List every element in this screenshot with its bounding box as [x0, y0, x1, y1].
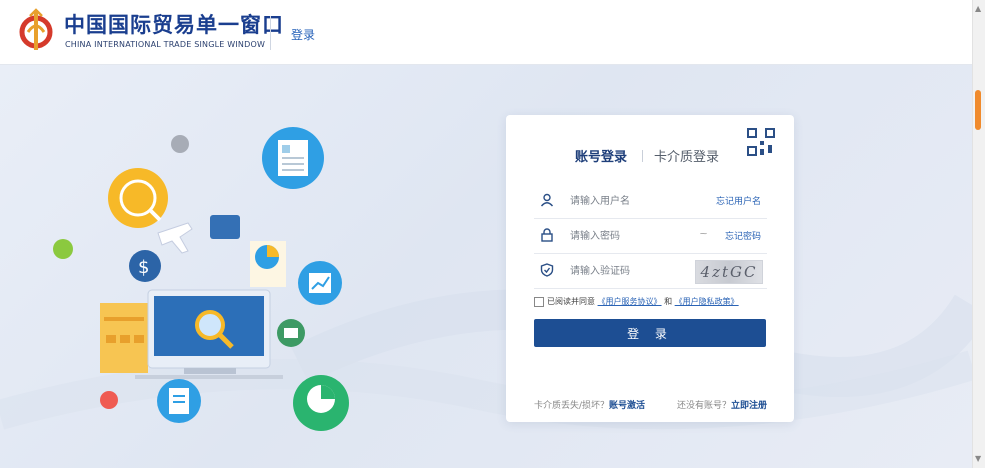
lost-card-text: 卡介质丢失/损坏？账号激活: [534, 398, 645, 411]
username-field: 忘记用户名: [534, 184, 767, 219]
captcha-image[interactable]: 4ztGC: [695, 260, 763, 284]
scrollbar-track[interactable]: [972, 0, 985, 468]
privacy-policy-link[interactable]: 《用户隐私政策》: [675, 297, 739, 306]
shield-icon: [540, 263, 554, 277]
account-activate-link[interactable]: 账号激活: [609, 401, 645, 411]
register-link[interactable]: 立即注册: [731, 401, 767, 411]
password-field: ⁓ 忘记密码: [534, 219, 767, 254]
agreement-checkbox[interactable]: [534, 296, 544, 307]
header-login-link[interactable]: 登录: [291, 26, 315, 43]
forgot-username-link[interactable]: 忘记用户名: [716, 194, 761, 207]
agreement-prefix: 已阅读并同意: [547, 297, 595, 306]
login-button[interactable]: 登 录: [534, 319, 766, 347]
captcha-input[interactable]: [570, 262, 690, 280]
lost-card-prefix: 卡介质丢失/损坏？: [534, 401, 610, 411]
lock-icon: [541, 228, 553, 242]
login-tabs: 账号登录 卡介质登录: [506, 146, 794, 166]
tab-account-login[interactable]: 账号登录: [575, 146, 627, 165]
top-header: 中国国际贸易单一窗口 CHINA INTERNATIONAL TRADE SIN…: [0, 0, 972, 65]
password-input[interactable]: [570, 227, 690, 245]
agreement-and: 和: [664, 297, 673, 306]
no-account-prefix: 还没有账号？: [676, 401, 731, 411]
service-agreement-link[interactable]: 《用户服务协议》: [598, 297, 662, 306]
forgot-password-link[interactable]: 忘记密码: [725, 229, 761, 242]
logo-icon: [19, 8, 53, 50]
username-input[interactable]: [570, 192, 690, 210]
password-toggle-icon[interactable]: ⁓: [700, 230, 707, 238]
tab-card-login[interactable]: 卡介质登录: [654, 146, 719, 165]
captcha-field: 4ztGC: [534, 254, 767, 289]
svg-text:$: $: [138, 257, 149, 278]
hero-background: $: [0, 65, 972, 468]
trade-illustration: $: [53, 127, 349, 431]
brand-subtitle: CHINA INTERNATIONAL TRADE SINGLE WINDOW: [65, 40, 266, 49]
card-footer: 卡介质丢失/损坏？账号激活 还没有账号？立即注册: [534, 398, 767, 412]
user-icon: [540, 193, 554, 207]
scrollbar-thumb[interactable]: [975, 90, 981, 130]
tab-separator: [642, 150, 643, 162]
agreement-row: 已阅读并同意 《用户服务协议》 和 《用户隐私政策》: [534, 296, 774, 310]
scroll-up-icon[interactable]: ▲: [975, 4, 981, 13]
login-card: 账号登录 卡介质登录 忘记用户名 ⁓ 忘记密码 4ztGC 已阅读并同意 《用户: [506, 115, 794, 422]
captcha-text: 4ztGC: [700, 263, 758, 281]
header-divider: [270, 16, 271, 50]
register-text: 还没有账号？立即注册: [677, 398, 767, 411]
scroll-down-icon[interactable]: ▼: [975, 454, 981, 463]
brand-title: 中国国际贸易单一窗口: [64, 13, 284, 37]
